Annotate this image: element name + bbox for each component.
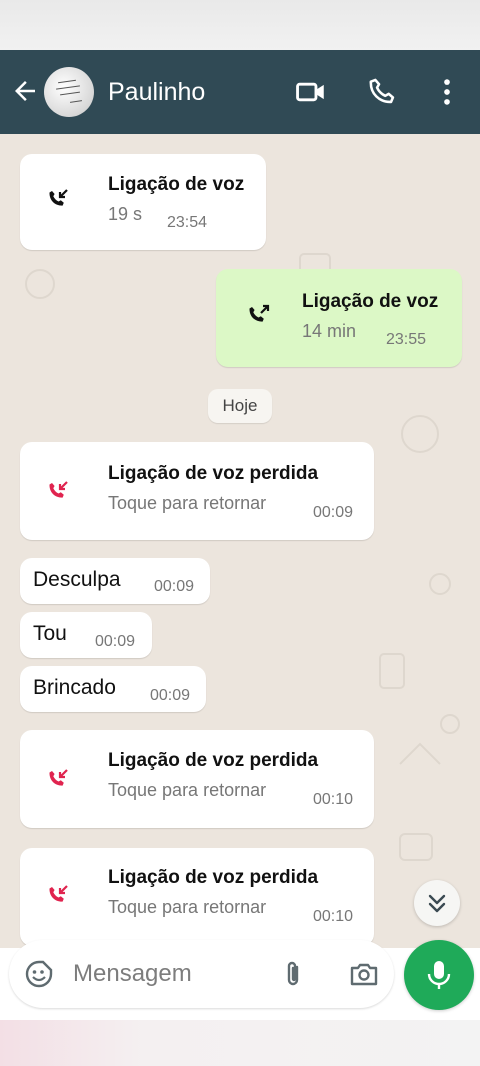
call-icon-wrap <box>36 873 80 917</box>
message-text: Brincado <box>33 676 116 699</box>
more-vertical-icon[interactable] <box>430 75 464 109</box>
incoming-call-icon <box>49 189 68 206</box>
voice-record-button[interactable] <box>404 940 474 1010</box>
missed-call-message[interactable]: Ligação de voz perdida Toque para retorn… <box>20 442 374 540</box>
paperclip-icon[interactable] <box>277 958 309 990</box>
video-camera-icon[interactable] <box>294 75 328 109</box>
status-bar <box>0 0 480 50</box>
contact-name[interactable]: Paulinho <box>108 77 205 107</box>
message-text: Desculpa <box>33 568 121 591</box>
call-duration: 19 s <box>108 204 143 224</box>
call-subtitle: Toque para retornar <box>108 780 267 800</box>
message-time: 00:10 <box>313 791 354 808</box>
message-time: 00:09 <box>95 633 136 650</box>
message-time: 00:10 <box>313 908 354 925</box>
call-icon-wrap <box>36 757 80 801</box>
text-message[interactable]: Brincado 00:09 <box>20 666 206 712</box>
chat-area[interactable]: Ligação de voz 19 s 23:54 Ligação de voz… <box>0 134 480 948</box>
message-time: 00:09 <box>150 687 191 704</box>
message-time: 00:09 <box>313 504 354 521</box>
call-subtitle: Toque para retornar <box>108 897 267 917</box>
call-title: Ligação de voz <box>108 174 245 195</box>
text-message[interactable]: Desculpa 00:09 <box>20 558 210 604</box>
message-time: 23:54 <box>167 214 208 231</box>
chat-header: Paulinho <box>0 50 480 134</box>
call-icon-wrap <box>238 293 282 337</box>
call-title: Ligação de voz perdida <box>108 463 319 484</box>
call-duration: 14 min <box>302 321 357 341</box>
call-subtitle: Toque para retornar <box>108 493 267 513</box>
outgoing-call-icon <box>249 304 270 322</box>
message-text: Tou <box>33 622 67 645</box>
arrow-left-icon[interactable] <box>10 76 40 106</box>
message-time: 00:09 <box>154 578 195 595</box>
missed-call-icon <box>49 769 68 786</box>
message-input[interactable]: Mensagem <box>9 940 394 1008</box>
scroll-to-bottom-button[interactable] <box>414 880 460 926</box>
double-chevron-down-icon <box>428 894 446 913</box>
message-time: 23:55 <box>386 331 427 348</box>
emoji-icon[interactable] <box>23 958 55 990</box>
call-icon-wrap <box>36 469 80 513</box>
call-title: Ligação de voz perdida <box>108 867 319 888</box>
call-title: Ligação de voz perdida <box>108 750 319 771</box>
avatar[interactable] <box>44 67 94 117</box>
camera-icon[interactable] <box>348 958 380 990</box>
missed-call-icon <box>49 481 68 498</box>
navigation-bar <box>0 1020 480 1066</box>
date-chip: Hoje <box>208 389 272 423</box>
call-message-incoming[interactable]: Ligação de voz 19 s 23:54 <box>20 154 266 250</box>
missed-call-message[interactable]: Ligação de voz perdida Toque para retorn… <box>20 730 374 828</box>
call-message-outgoing[interactable]: Ligação de voz 14 min 23:55 <box>216 269 462 367</box>
text-message[interactable]: Tou 00:09 <box>20 612 152 658</box>
phone-icon[interactable] <box>366 75 400 109</box>
call-icon-wrap <box>36 177 80 221</box>
missed-call-icon <box>49 885 68 902</box>
composer-bar: Mensagem <box>0 930 480 1020</box>
message-placeholder: Mensagem <box>73 960 192 987</box>
call-title: Ligação de voz <box>302 291 439 312</box>
microphone-icon <box>427 961 451 989</box>
